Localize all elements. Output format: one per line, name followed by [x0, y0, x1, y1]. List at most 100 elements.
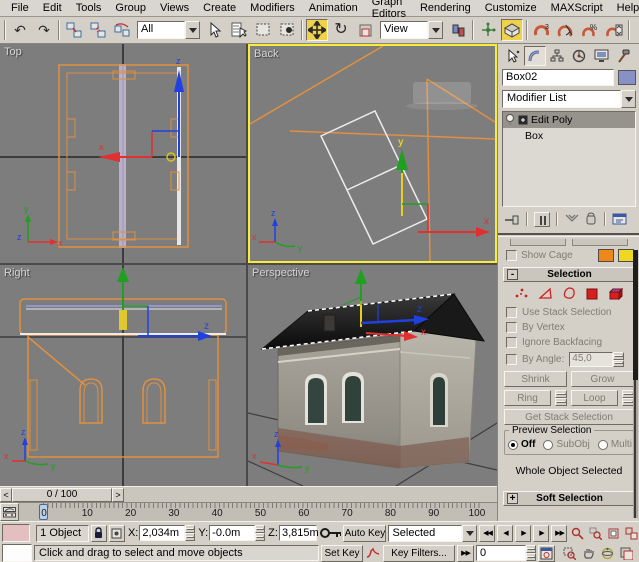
tab-display[interactable]: [590, 46, 612, 66]
next-frame-button[interactable]: ▶: [533, 525, 549, 542]
select-by-name-button[interactable]: [228, 19, 250, 41]
snaps-toggle-button[interactable]: 3: [531, 19, 553, 41]
pan-button[interactable]: [580, 545, 597, 562]
percent-snap-toggle-button[interactable]: %: [579, 19, 601, 41]
modifier-list-dropdown-button[interactable]: [621, 90, 636, 108]
z-value-field[interactable]: 3,815m: [279, 525, 317, 541]
selection-lock-toggle[interactable]: [91, 525, 107, 542]
current-frame-field[interactable]: 0: [476, 545, 526, 561]
spinner-snap-toggle-button[interactable]: [603, 19, 625, 41]
new-key-filter-curve-icon[interactable]: [365, 547, 381, 560]
previous-frame-arrow-button[interactable]: <: [0, 488, 12, 502]
selection-filter-value[interactable]: All: [137, 21, 185, 39]
checkbox-row[interactable]: By Vertex: [506, 322, 634, 333]
menu-item[interactable]: Create: [196, 1, 243, 15]
region-zoom-button[interactable]: [561, 545, 578, 562]
time-slider-handle[interactable]: 0 / 100: [12, 488, 112, 502]
checkbox[interactable]: [506, 337, 517, 348]
y-spinner[interactable]: [255, 525, 265, 541]
vertex-subobject-icon[interactable]: [514, 287, 529, 300]
keyboard-shortcut-override-button[interactable]: [501, 19, 523, 41]
viewport-top[interactable]: x z y x z Top: [0, 44, 246, 263]
show-end-result-icon[interactable]: [534, 212, 550, 227]
key-filters-button[interactable]: Key Filters...: [383, 545, 455, 562]
tab-hierarchy[interactable]: [546, 46, 568, 66]
viewport-right-label[interactable]: Right: [4, 267, 30, 279]
cage-color-swatch[interactable]: [598, 249, 614, 262]
preview-subobj-radio[interactable]: [543, 440, 553, 450]
time-configuration-button[interactable]: [538, 545, 555, 562]
y-value-field[interactable]: -0.0m: [209, 525, 255, 541]
reference-coordinate-value[interactable]: View: [380, 21, 428, 39]
lightbulb-icon[interactable]: [505, 114, 515, 126]
frame-spinner[interactable]: [526, 545, 536, 561]
menu-item[interactable]: Edit: [36, 1, 69, 15]
preview-off-radio[interactable]: [508, 440, 518, 450]
select-and-scale-button[interactable]: [354, 19, 376, 41]
get-stack-selection-button[interactable]: Get Stack Selection: [504, 409, 634, 425]
ring-button[interactable]: Ring: [504, 390, 551, 406]
preview-subobj-label[interactable]: SubObj: [556, 439, 589, 450]
preview-multi-label[interactable]: Multi: [611, 439, 632, 450]
select-and-move-button[interactable]: [306, 19, 328, 41]
collapse-icon[interactable]: -: [507, 269, 518, 280]
zoom-extents-button[interactable]: [605, 525, 621, 542]
menu-item[interactable]: File: [4, 1, 36, 15]
x-value-field[interactable]: 2,034m: [139, 525, 185, 541]
set-key-mode-key-icon[interactable]: [319, 526, 341, 540]
next-frame-arrow-button[interactable]: >: [112, 488, 124, 502]
by-angle-checkbox[interactable]: [506, 354, 517, 365]
rectangular-selection-region-button[interactable]: [252, 19, 274, 41]
shrink-button[interactable]: Shrink: [504, 371, 567, 387]
previous-frame-button[interactable]: ◀: [497, 525, 513, 542]
scrollbar-track[interactable]: [634, 380, 636, 518]
tab-utilities[interactable]: [612, 46, 634, 66]
element-subobject-icon[interactable]: [609, 287, 625, 300]
angle-snap-toggle-button[interactable]: [555, 19, 577, 41]
menu-item[interactable]: Tools: [69, 1, 109, 15]
viewport-perspective-label[interactable]: Perspective: [252, 267, 309, 279]
key-mode-value[interactable]: Selected: [388, 525, 462, 542]
checkbox[interactable]: [506, 322, 517, 333]
stack-item-box[interactable]: Box: [503, 128, 635, 144]
auto-key-button[interactable]: Auto Key: [343, 525, 386, 542]
soft-selection-rollout-header[interactable]: + Soft Selection: [503, 491, 635, 506]
track-bar-ruler[interactable]: 0102030405060708090100: [19, 503, 497, 522]
go-to-end-button[interactable]: ▶▶: [551, 525, 567, 542]
zoom-all-button[interactable]: [587, 525, 603, 542]
tab-motion[interactable]: [568, 46, 590, 66]
pin-stack-icon[interactable]: [504, 213, 520, 226]
preview-off-label[interactable]: Off: [521, 439, 535, 450]
menu-item[interactable]: Customize: [478, 1, 544, 15]
mini-curve-editor-button[interactable]: [0, 503, 19, 521]
stack-item-edit-poly[interactable]: Edit Poly: [503, 112, 635, 128]
menu-item[interactable]: Help: [610, 1, 639, 15]
viewport-right[interactable]: z z x y Right: [0, 265, 246, 486]
reference-coordinate-dropdown-button[interactable]: [428, 21, 443, 39]
viewport-perspective[interactable]: z x z x y Perspective: [248, 265, 497, 486]
redo-button[interactable]: ↷: [33, 19, 55, 41]
object-name-field[interactable]: Box02: [502, 69, 614, 86]
preview-multi-radio[interactable]: [598, 440, 608, 450]
x-spinner[interactable]: [185, 525, 195, 541]
toolbar-grip[interactable]: [4, 20, 6, 40]
panel-divider[interactable]: [498, 233, 639, 237]
go-to-start-button[interactable]: ◀◀: [479, 525, 495, 542]
loop-button[interactable]: Loop: [571, 390, 618, 406]
checkbox-row[interactable]: Ignore Backfacing: [506, 337, 634, 348]
menu-item[interactable]: Graph Editors: [365, 0, 413, 21]
ring-spinner[interactable]: [555, 390, 567, 406]
make-unique-icon[interactable]: [564, 213, 580, 226]
viewport-back-label[interactable]: Back: [254, 48, 278, 60]
maxscript-mini-listener-pink[interactable]: [2, 524, 30, 542]
viewport-back-active[interactable]: y x z x y Back: [248, 44, 497, 263]
object-color-swatch[interactable]: [618, 70, 636, 85]
menu-item[interactable]: Rendering: [413, 1, 478, 15]
tab-create[interactable]: [502, 46, 524, 66]
use-pivot-point-center-button[interactable]: [447, 19, 469, 41]
set-key-button[interactable]: Set Key: [321, 545, 363, 562]
panel-scrollbar[interactable]: [633, 250, 638, 518]
remove-modifier-icon[interactable]: [584, 212, 598, 226]
viewport-top-label[interactable]: Top: [4, 46, 22, 58]
play-button[interactable]: ▶: [515, 525, 531, 542]
